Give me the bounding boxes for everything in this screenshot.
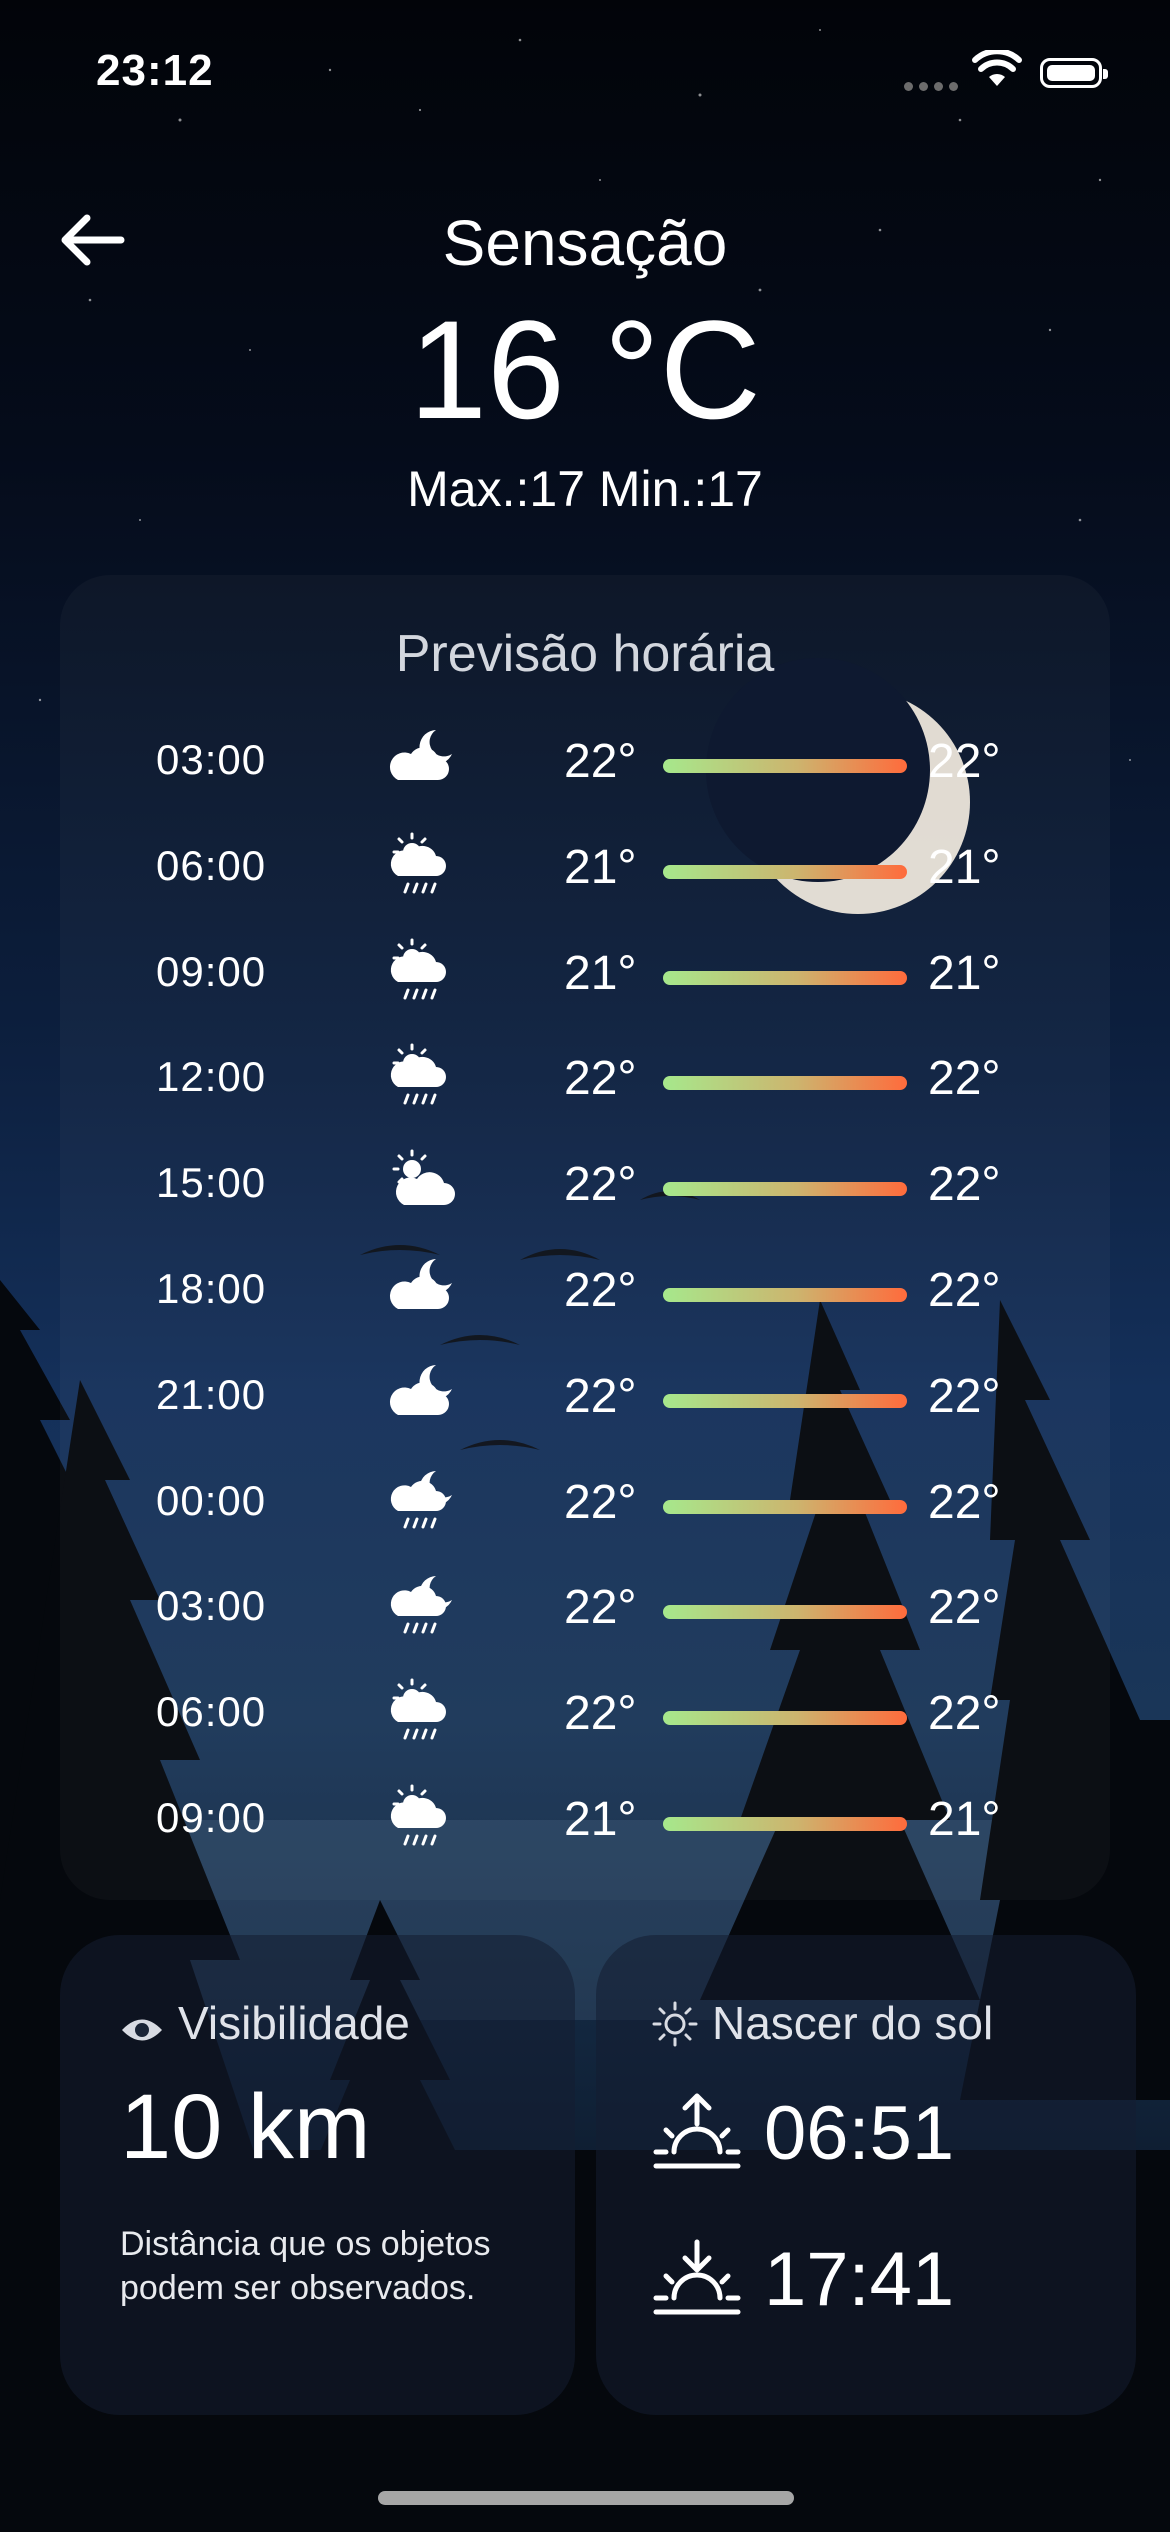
temperature-range-bar — [663, 1817, 907, 1831]
sun-icon — [652, 2001, 698, 2047]
hour-label: 09:00 — [156, 1794, 267, 1841]
hour-label: 00:00 — [156, 1476, 267, 1524]
sunrise-header: Nascer do sol — [652, 1996, 993, 2050]
temperature-range-bar — [663, 970, 907, 985]
sunset-time: 17:41 — [764, 2237, 955, 2322]
sunset-icon — [653, 2239, 741, 2315]
sunrise-time: 06:51 — [764, 2091, 955, 2176]
visibility-header: Visibilidade — [120, 1996, 410, 2050]
temperature-range-bar — [663, 1393, 907, 1408]
low-temperature: 22° — [564, 1369, 637, 1423]
sun-cloud-rain-icon — [386, 1041, 456, 1111]
low-temperature: 22° — [564, 1581, 637, 1635]
low-temperature: 21° — [564, 840, 637, 894]
high-temperature: 22° — [928, 1369, 1001, 1423]
hour-label: 06:00 — [156, 841, 267, 889]
hourly-row: 09:00 21° 21° — [0, 1774, 1170, 1864]
hour-label: 06:00 — [156, 1688, 267, 1736]
sunrise-label: Nascer do sol — [712, 1997, 994, 2049]
eye-icon — [122, 2019, 162, 2041]
high-temperature: 21° — [928, 946, 1001, 1000]
feels-like-label: Sensação — [442, 207, 728, 279]
low-temperature: 21° — [564, 946, 637, 1000]
hour-label: 21:00 — [156, 1370, 267, 1418]
hourly-row: 12:00 22° 22° — [0, 1033, 1170, 1123]
high-temperature: 22° — [928, 1475, 1001, 1529]
hourly-row: 00:00 22° 22° — [0, 1457, 1170, 1547]
home-indicator[interactable] — [378, 2491, 794, 2505]
low-temperature: 22° — [564, 1264, 637, 1317]
wifi-icon — [972, 50, 1022, 86]
low-temperature: 22° — [564, 1475, 637, 1529]
temperature-range-bar — [663, 759, 907, 773]
temperature-range-bar — [663, 1711, 907, 1726]
temperature-range-bar — [663, 1288, 907, 1302]
hourly-row: 03:00 22° 22° — [0, 1562, 1170, 1652]
max-min-range: Max.:17 Min.:17 — [407, 461, 763, 517]
high-temperature: 22° — [928, 1052, 1001, 1106]
hour-label: 03:00 — [156, 736, 267, 783]
cellular-signal-icon — [904, 78, 964, 96]
battery-icon — [1040, 58, 1108, 88]
low-temperature: 21° — [564, 1793, 637, 1846]
status-time: 23:12 — [96, 46, 214, 95]
status-bar: 23:12 — [0, 0, 1170, 150]
hourly-row: 21:00 22° 22° — [0, 1351, 1170, 1441]
sun-cloud-rain-icon — [386, 1676, 456, 1746]
hour-label: 03:00 — [156, 1582, 267, 1630]
hourly-row: 15:00 22° 22° — [0, 1139, 1170, 1229]
moon-cloud-rain-icon — [386, 1465, 456, 1535]
high-temperature: 22° — [928, 735, 1001, 788]
sunrise-icon — [653, 2093, 741, 2169]
sun-cloud-icon — [386, 1147, 456, 1217]
cloud-moon-icon — [386, 724, 456, 794]
hourly-row: 18:00 22° 22° — [0, 1245, 1170, 1335]
cloud-moon-icon — [386, 1253, 456, 1323]
hourly-row: 03:00 22° 22° — [0, 716, 1170, 806]
feels-like-temperature: 16 °C — [409, 291, 761, 448]
visibility-label: Visibilidade — [178, 1997, 410, 2049]
hour-label: 18:00 — [156, 1265, 267, 1312]
hourly-row: 09:00 21° 21° — [0, 928, 1170, 1018]
high-temperature: 22° — [928, 1687, 1001, 1741]
cloud-moon-icon — [386, 1359, 456, 1429]
visibility-description: Distância que os objetos podem ser obser… — [120, 2225, 491, 2307]
high-temperature: 21° — [928, 840, 1001, 894]
temperature-range-bar — [663, 1182, 907, 1197]
hour-label: 12:00 — [156, 1053, 267, 1101]
high-temperature: 21° — [928, 1793, 1001, 1846]
high-temperature: 22° — [928, 1581, 1001, 1635]
hourly-row: 06:00 22° 22° — [0, 1668, 1170, 1758]
visibility-value: 10 km — [120, 2076, 371, 2178]
moon-cloud-rain-icon — [386, 1570, 456, 1640]
low-temperature: 22° — [564, 735, 637, 788]
low-temperature: 22° — [564, 1052, 637, 1106]
hourly-forecast-title: Previsão horária — [395, 625, 775, 683]
temperature-range-bar — [663, 1076, 907, 1091]
hour-label: 15:00 — [156, 1159, 267, 1207]
sun-cloud-rain-icon — [386, 1782, 456, 1852]
temperature-range-bar — [663, 864, 907, 879]
temperature-range-bar — [663, 1605, 907, 1620]
hour-label: 09:00 — [156, 947, 267, 995]
low-temperature: 22° — [564, 1687, 637, 1741]
low-temperature: 22° — [564, 1158, 637, 1212]
hourly-row: 06:00 21° 21° — [0, 822, 1170, 912]
high-temperature: 22° — [928, 1264, 1001, 1317]
sun-cloud-rain-icon — [386, 936, 456, 1006]
sun-cloud-rain-icon — [386, 830, 456, 900]
temperature-range-bar — [663, 1499, 907, 1514]
high-temperature: 22° — [928, 1158, 1001, 1212]
